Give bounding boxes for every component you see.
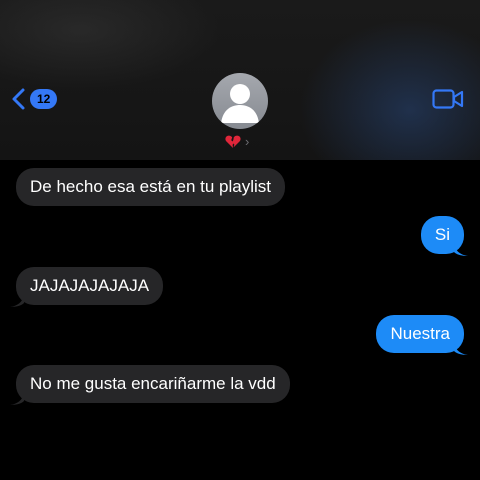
message-bubble[interactable]: JAJAJAJAJAJA	[16, 267, 164, 305]
message-bubble[interactable]: No me gusta encariñarme la vdd	[16, 365, 290, 403]
message-bubble[interactable]: Nuestra	[376, 315, 464, 353]
person-icon	[221, 84, 259, 123]
message-bubble[interactable]: De hecho esa está en tu playlist	[16, 168, 285, 206]
contact-name-button[interactable]: ›	[225, 134, 249, 149]
contact-avatar[interactable]	[212, 73, 268, 129]
bubble-tail	[10, 293, 24, 307]
bubble-tail	[454, 242, 468, 256]
conversation-header: 12 ›	[0, 0, 480, 160]
messages-screen: 12 › De hecho esa está en tu playlist Si…	[0, 0, 480, 480]
unread-count-badge: 12	[30, 89, 58, 109]
broken-heart-icon	[225, 135, 241, 148]
facetime-video-button[interactable]	[432, 89, 464, 109]
video-camera-icon	[432, 89, 464, 109]
contact-chevron: ›	[245, 134, 250, 149]
chevron-left-icon	[12, 88, 25, 110]
message-list: De hecho esa está en tu playlist Si JAJA…	[0, 160, 480, 480]
bubble-tail	[10, 391, 24, 405]
bubble-tail	[454, 341, 468, 355]
back-button[interactable]: 12	[10, 86, 58, 112]
